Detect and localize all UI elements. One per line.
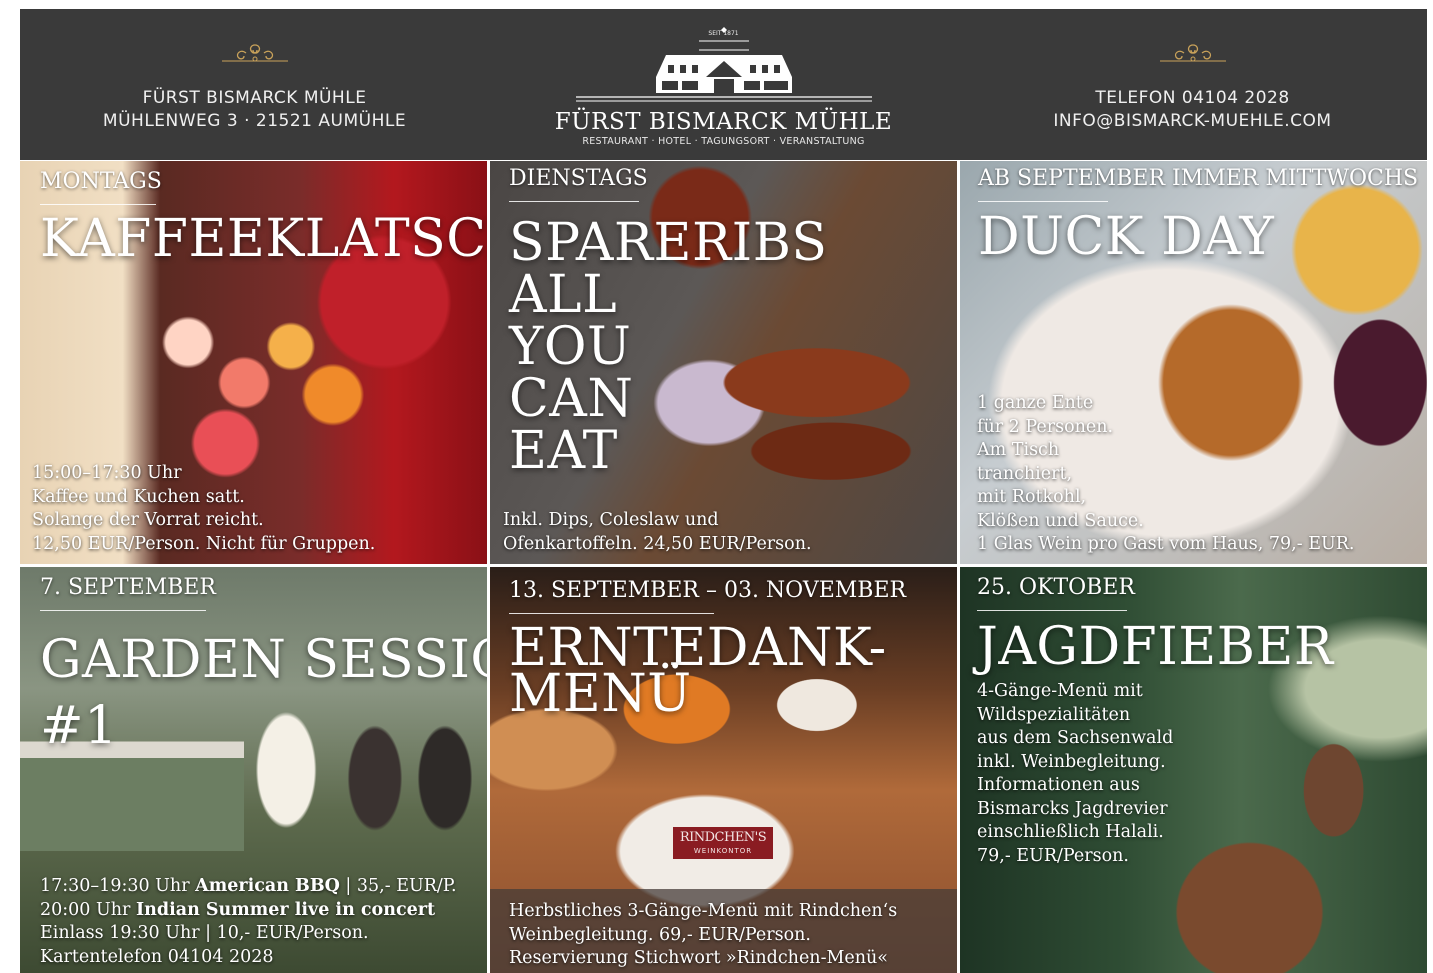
body-line: mit Rotkohl, — [977, 487, 1087, 507]
body-line: 4-Gänge-Menü mit — [977, 681, 1143, 701]
tag-underline — [509, 201, 639, 202]
body-line: tranchiert, — [977, 463, 1073, 484]
tile-jagdfieber: 25. OKTOBER JAGDFIEBER 4-Gänge-Menü mit … — [960, 567, 1427, 973]
header-logo: SEIT 1871 FÜRST BISMARCK MÜHLE RESTAURAN… — [489, 9, 958, 160]
tile-tag: 7. SEPTEMBER — [40, 575, 216, 600]
body-line: aus dem Sachsenwald — [977, 728, 1174, 748]
body-line: Informationen aus — [977, 775, 1140, 795]
tile-title: ERNTEDANK- MENÜ — [509, 622, 887, 720]
event-name: Indian Summer live in concert — [135, 899, 436, 920]
tag-underline — [40, 610, 206, 611]
tag-underline — [509, 613, 714, 614]
tile-body: Inkl. Dips, Coleslaw und Ofenkartoffeln.… — [503, 509, 812, 556]
title-line: SPARERIBS — [509, 213, 828, 273]
header-email[interactable]: INFO@BISMARCK-MUEHLE.COM — [958, 110, 1427, 133]
rindchens-logo: RINDCHEN'S WEINKONTOR — [673, 827, 773, 859]
ornament-icon — [1159, 44, 1226, 62]
header-phone: TELEFON 04104 2028 — [1095, 88, 1290, 108]
tile-duck-day: AB SEPTEMBER IMMER MITTWOCHS DUCK DAY 1 … — [960, 161, 1427, 564]
tile-kaffeeklatsch: MONTAGS KAFFEEKLATSCH 15:00–17:30 Uhr Ka… — [20, 161, 487, 564]
time-text: 17:30–19:30 Uhr — [40, 876, 196, 896]
title-line: CAN — [509, 369, 634, 429]
body-line: Am Tisch — [977, 440, 1060, 460]
tag-underline — [978, 201, 1108, 202]
tile-body: 15:00–17:30 Uhr Kaffee und Kuchen satt. … — [32, 462, 375, 556]
tile-garden-session: 7. SEPTEMBER GARDEN SESSION #1 17:30–19:… — [20, 567, 487, 973]
title-line: GARDEN SESSION — [40, 630, 487, 690]
tag-underline — [977, 610, 1127, 611]
title-line: #1 — [40, 696, 118, 756]
title-line: YOU — [509, 317, 632, 377]
tile-title: GARDEN SESSION #1 — [40, 627, 487, 759]
tile-body: Herbstliches 3-Gänge-Menü mit Rindchen‘s… — [509, 900, 897, 971]
tile-title: SPARERIBS ALL YOU CAN EAT — [509, 217, 828, 477]
body-line: 12,50 EUR/Person. Nicht für Gruppen. — [32, 533, 376, 554]
header-address-line2: MÜHLENWEG 3 · 21521 AUMÜHLE — [102, 111, 407, 131]
tile-spareribs: DIENSTAGS SPARERIBS ALL YOU CAN EAT Inkl… — [490, 161, 957, 564]
body-line: Kaffee und Kuchen satt. — [32, 486, 245, 507]
tile-title: DUCK DAY — [978, 207, 1275, 267]
ornament-icon — [221, 44, 288, 62]
tile-tag: MONTAGS — [40, 169, 162, 194]
tile-body: 1 ganze Ente für 2 Personen. Am Tisch tr… — [977, 392, 1354, 557]
tile-erntedank-menu: RINDCHEN'S WEINKONTOR 13. SEPTEMBER – 03… — [490, 567, 957, 973]
body-line: Klößen und Sauce. — [977, 510, 1144, 531]
body-line: Solange der Vorrat reicht. — [32, 510, 264, 530]
body-line: für 2 Personen. — [977, 416, 1114, 437]
header-address-line1: FÜRST BISMARCK MÜHLE — [142, 88, 367, 108]
since-label: SEIT 1871 — [708, 30, 739, 37]
tile-body: 17:30–19:30 Uhr American BBQ | 35,- EUR/… — [40, 875, 457, 969]
tile-title: JAGDFIEBER — [977, 617, 1334, 677]
logo-text: RINDCHEN'S — [679, 830, 767, 845]
body-line: Kartentelefon 04104 2028 — [40, 946, 274, 967]
logo-subtext: WEINKONTOR — [693, 847, 753, 855]
body-line: 20:00 Uhr Indian Summer live in concert — [40, 899, 457, 923]
body-line: Weinbegleitung. 69,- EUR/Person. — [509, 924, 811, 945]
price-text: | 35,- EUR/P. — [339, 876, 457, 896]
tile-tag: DIENSTAGS — [509, 166, 648, 191]
time-text: 20:00 Uhr — [40, 899, 136, 920]
tag-underline — [40, 204, 156, 205]
body-line: Inkl. Dips, Coleslaw und — [503, 510, 719, 530]
tile-title: KAFFEEKLATSCH — [40, 209, 487, 269]
header-bar: FÜRST BISMARCK MÜHLE MÜHLENWEG 3 · 21521… — [20, 9, 1427, 160]
header-contact: TELEFON 04104 2028 INFO@BISMARCK-MUEHLE.… — [958, 9, 1427, 160]
body-line: inkl. Weinbegleitung. — [977, 751, 1166, 772]
brand-tagline: RESTAURANT · HOTEL · TAGUNGSORT · VERANS… — [582, 136, 865, 147]
header-address: FÜRST BISMARCK MÜHLE MÜHLENWEG 3 · 21521… — [20, 9, 489, 160]
tile-tag: 25. OKTOBER — [977, 575, 1135, 600]
body-line: 1 ganze Ente — [977, 393, 1094, 413]
body-line: Herbstliches 3-Gänge-Menü mit Rindchen‘s — [509, 901, 898, 921]
body-line: Reservierung Stichwort »Rindchen-Menü« — [509, 948, 889, 968]
event-name: American BBQ — [195, 876, 340, 896]
brand-name: FÜRST BISMARCK MÜHLE — [554, 109, 893, 135]
tile-tag: 13. SEPTEMBER – 03. NOVEMBER — [509, 578, 907, 603]
body-line: einschließlich Halali. — [977, 822, 1164, 842]
body-line: Ofenkartoffeln. 24,50 EUR/Person. — [503, 533, 812, 554]
tile-body: 4-Gänge-Menü mit Wildspezialitäten aus d… — [977, 680, 1173, 868]
body-line: 1 Glas Wein pro Gast vom Haus, 79,- EUR. — [977, 534, 1355, 554]
body-line: 17:30–19:30 Uhr American BBQ | 35,- EUR/… — [40, 875, 457, 899]
body-line: Bismarcks Jagdrevier — [977, 798, 1168, 819]
title-line: ALL — [509, 265, 618, 325]
body-line: Wildspezialitäten — [977, 704, 1131, 725]
tile-tag: AB SEPTEMBER IMMER MITTWOCHS — [978, 166, 1419, 191]
title-line: EAT — [509, 421, 618, 481]
body-line: Einlass 19:30 Uhr | 10,- EUR/Person. — [40, 923, 369, 943]
body-line: 15:00–17:30 Uhr — [32, 463, 182, 483]
body-line: 79,- EUR/Person. — [977, 845, 1129, 866]
